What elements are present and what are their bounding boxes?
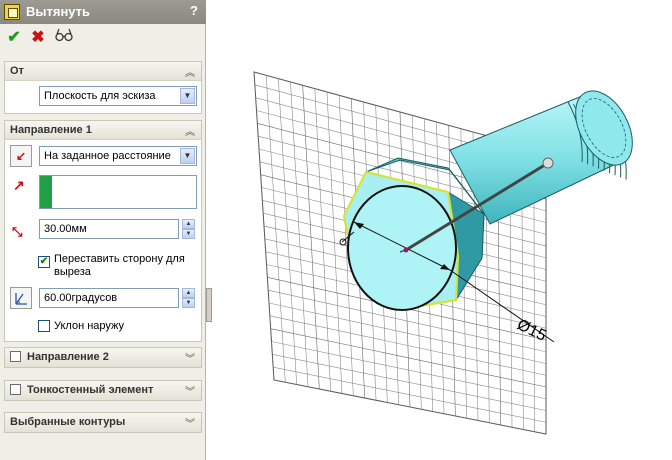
spin-up-icon[interactable]: ▲ bbox=[182, 219, 195, 229]
model-view[interactable]: Ø15 bbox=[212, 0, 672, 460]
spin-up-icon[interactable]: ▲ bbox=[182, 288, 195, 298]
from-group: От ︽ Плоскость для эскиза ▼ bbox=[4, 61, 202, 114]
thin-feature-checkbox[interactable] bbox=[10, 384, 21, 395]
glasses-icon bbox=[55, 28, 73, 42]
direction2-checkbox[interactable] bbox=[10, 351, 21, 362]
depth-icon: ⤡ bbox=[12, 224, 23, 239]
from-group-title: От bbox=[10, 65, 24, 77]
end-condition-value: На заданное расстояние bbox=[44, 150, 171, 162]
collapse-up-icon[interactable]: ︽ bbox=[185, 123, 195, 138]
draft-angle-input[interactable]: 60.00градусов bbox=[39, 288, 179, 308]
property-manager-panel: Вытянуть ? ✔ ✖ От ︽ Плоскость для эскиза… bbox=[0, 0, 206, 460]
selected-contours-group-header[interactable]: Выбранные контуры ︾ bbox=[5, 413, 201, 432]
preview-button[interactable] bbox=[54, 28, 74, 48]
from-group-header[interactable]: От ︽ bbox=[5, 62, 201, 81]
cross-icon: ✖ bbox=[31, 29, 45, 46]
end-condition-select[interactable]: На заданное расстояние ▼ bbox=[39, 146, 197, 166]
selected-contours-group-title: Выбранные контуры bbox=[10, 416, 126, 428]
help-button[interactable]: ? bbox=[190, 3, 198, 18]
direction2-group-title: Направление 2 bbox=[27, 351, 109, 363]
panel-title: Вытянуть bbox=[26, 4, 91, 19]
spin-down-icon[interactable]: ▼ bbox=[182, 229, 195, 239]
graphics-viewport[interactable]: Ø15 bbox=[212, 0, 672, 460]
reverse-direction-button[interactable]: ↙ bbox=[10, 145, 32, 167]
depth-spinner[interactable]: ▲ ▼ bbox=[182, 219, 195, 239]
collapse-up-icon[interactable]: ︽ bbox=[185, 64, 195, 79]
direction2-group[interactable]: Направление 2 ︾ bbox=[4, 347, 202, 368]
direction-vector-selection-box[interactable] bbox=[39, 175, 197, 209]
chevron-down-icon[interactable]: ▼ bbox=[180, 148, 195, 164]
selected-contours-group[interactable]: Выбранные контуры ︾ bbox=[4, 412, 202, 433]
depth-input[interactable]: 30.00мм bbox=[39, 219, 179, 239]
flip-side-checkbox[interactable]: ✔ bbox=[38, 256, 50, 268]
check-icon: ✔ bbox=[7, 29, 21, 46]
bolt-shaft[interactable] bbox=[449, 81, 644, 225]
draft-toggle-button[interactable] bbox=[10, 287, 32, 309]
from-condition-select[interactable]: Плоскость для эскиза ▼ bbox=[39, 86, 197, 106]
depth-value: 30.00мм bbox=[44, 223, 87, 235]
draft-outward-checkbox[interactable] bbox=[38, 320, 50, 332]
reverse-direction-icon: ↙ bbox=[15, 149, 27, 163]
thin-feature-group-title: Тонкостенный элемент bbox=[27, 384, 154, 396]
extrude-feature-icon bbox=[4, 4, 20, 20]
thin-feature-group-header[interactable]: Тонкостенный элемент ︾ bbox=[5, 381, 201, 400]
cancel-button[interactable]: ✖ bbox=[28, 28, 48, 48]
expand-down-icon[interactable]: ︾ bbox=[185, 415, 195, 430]
expand-down-icon[interactable]: ︾ bbox=[185, 383, 195, 398]
extrude-window: Вытянуть ? ✔ ✖ От ︽ Плоскость для эскиза… bbox=[0, 0, 672, 460]
direction2-group-header[interactable]: Направление 2 ︾ bbox=[5, 348, 201, 367]
chevron-down-icon[interactable]: ▼ bbox=[180, 88, 195, 104]
from-condition-value: Плоскость для эскиза bbox=[44, 90, 156, 102]
ok-button[interactable]: ✔ bbox=[4, 28, 24, 48]
draft-outward-label: Уклон наружу bbox=[54, 320, 125, 332]
spin-down-icon[interactable]: ▼ bbox=[182, 298, 195, 308]
draft-angle-icon bbox=[15, 293, 27, 305]
direction1-group: Направление 1 ︽ ↙ На заданное расстояние… bbox=[4, 120, 202, 342]
expand-down-icon[interactable]: ︾ bbox=[185, 350, 195, 365]
draft-angle-value: 60.00градусов bbox=[44, 292, 118, 304]
title-bar: Вытянуть ? bbox=[0, 0, 206, 24]
thin-feature-group[interactable]: Тонкостенный элемент ︾ bbox=[4, 380, 202, 401]
direction-vector-icon: ↗ bbox=[13, 177, 25, 193]
direction1-group-header[interactable]: Направление 1 ︽ bbox=[5, 121, 201, 140]
selection-color-swatch bbox=[40, 176, 52, 208]
flip-side-label: Переставить сторону для выреза bbox=[54, 253, 185, 278]
direction1-group-title: Направление 1 bbox=[10, 124, 92, 136]
draft-angle-spinner[interactable]: ▲ ▼ bbox=[182, 288, 195, 308]
action-toolbar: ✔ ✖ bbox=[0, 26, 206, 52]
